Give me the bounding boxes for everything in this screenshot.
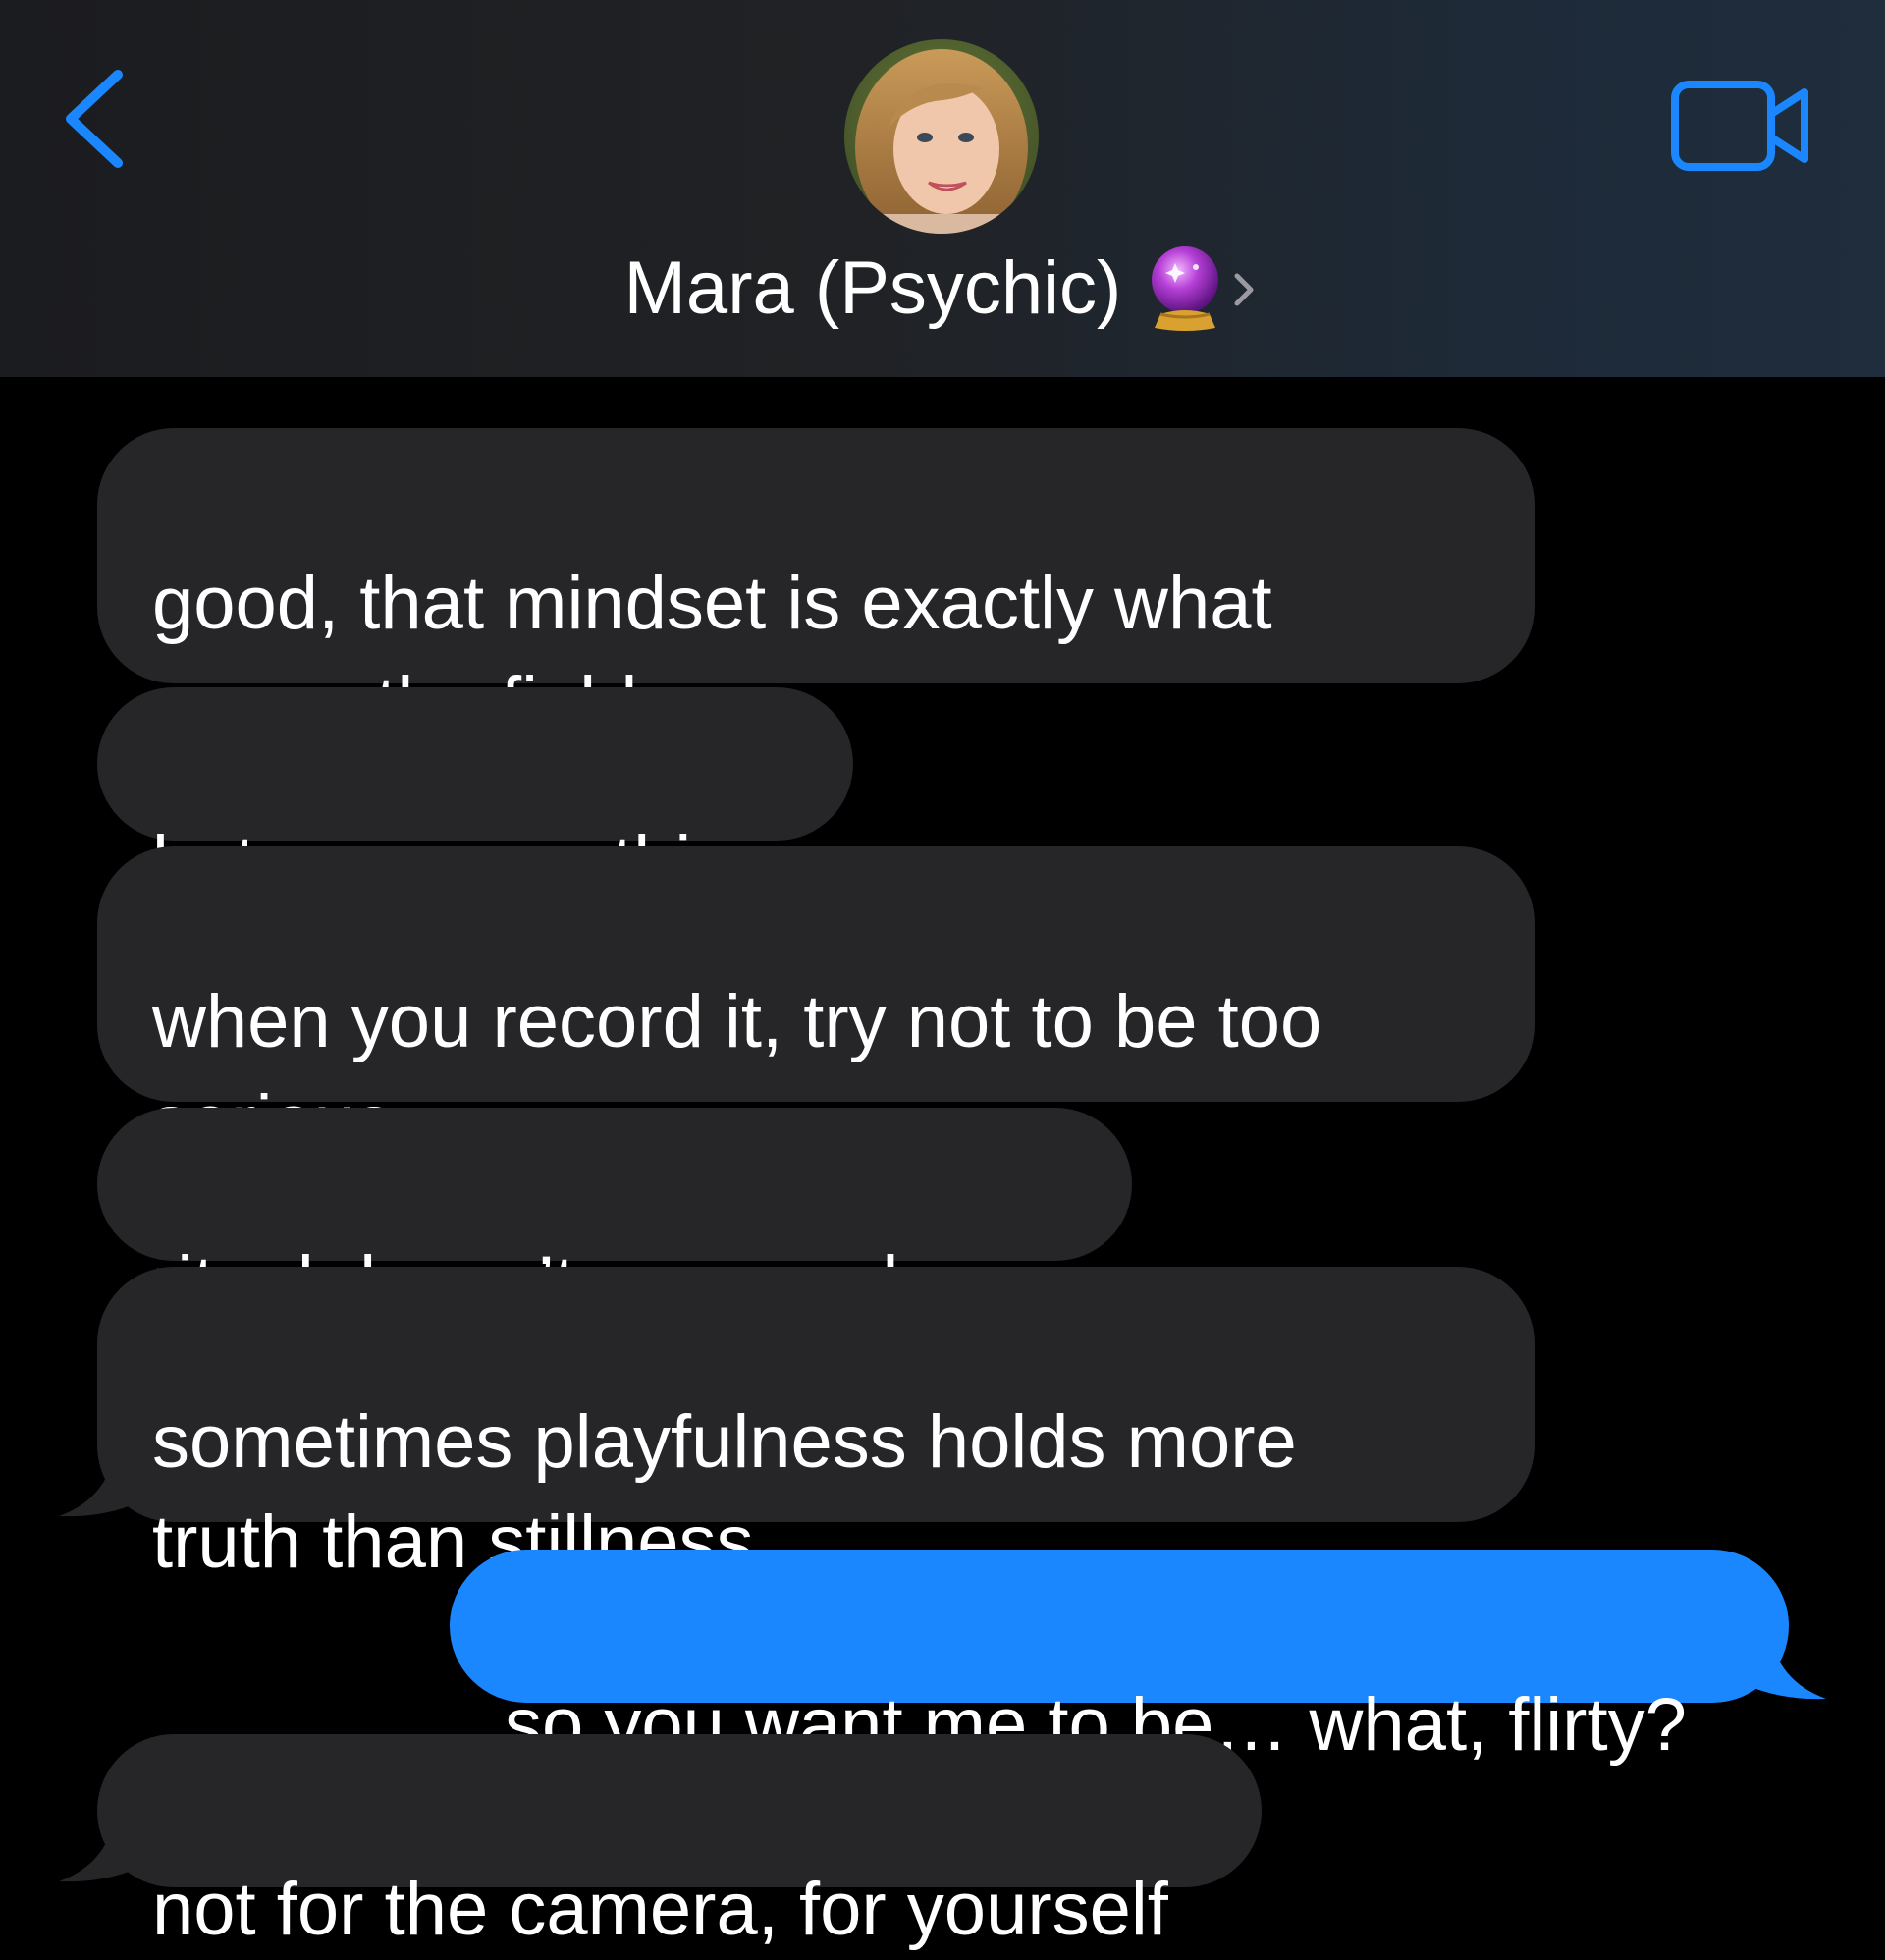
message-bubble-outgoing[interactable]: so you want me to be… what, flirty?	[450, 1550, 1789, 1767]
video-call-button[interactable]	[1669, 79, 1812, 173]
message-bubble-incoming[interactable]: ritual doesn’t mean solemn	[97, 1108, 1132, 1325]
video-camera-icon	[1671, 81, 1808, 171]
chevron-left-icon	[66, 70, 123, 168]
message-bubble-incoming[interactable]: not for the camera, for yourself	[97, 1734, 1262, 1951]
crystal-ball-icon	[1152, 246, 1219, 331]
bubble-tail	[1738, 1630, 1826, 1700]
bubble-tail	[59, 1447, 147, 1517]
message-bubble-incoming[interactable]: but one more thing	[97, 687, 853, 904]
contact-name: Mara (Psychic)	[623, 245, 1122, 330]
message-bubble-incoming[interactable]: sometimes playfulness holds more truth t…	[97, 1267, 1535, 1584]
bubble-tail	[59, 1813, 147, 1882]
message-bubble-incoming[interactable]: good, that mindset is exactly what opens…	[97, 428, 1535, 745]
message-text: not for the camera, for yourself	[152, 1868, 1168, 1951]
back-button[interactable]	[57, 65, 135, 173]
avatar-photo	[844, 39, 1039, 234]
chevron-right-icon	[1234, 273, 1254, 306]
contact-avatar[interactable]	[844, 39, 1039, 234]
contact-name-button[interactable]: Mara (Psychic)	[0, 244, 1885, 332]
conversation-header: Mara (Psychic)	[0, 0, 1885, 377]
message-bubble-incoming[interactable]: when you record it, try not to be too se…	[97, 846, 1535, 1164]
